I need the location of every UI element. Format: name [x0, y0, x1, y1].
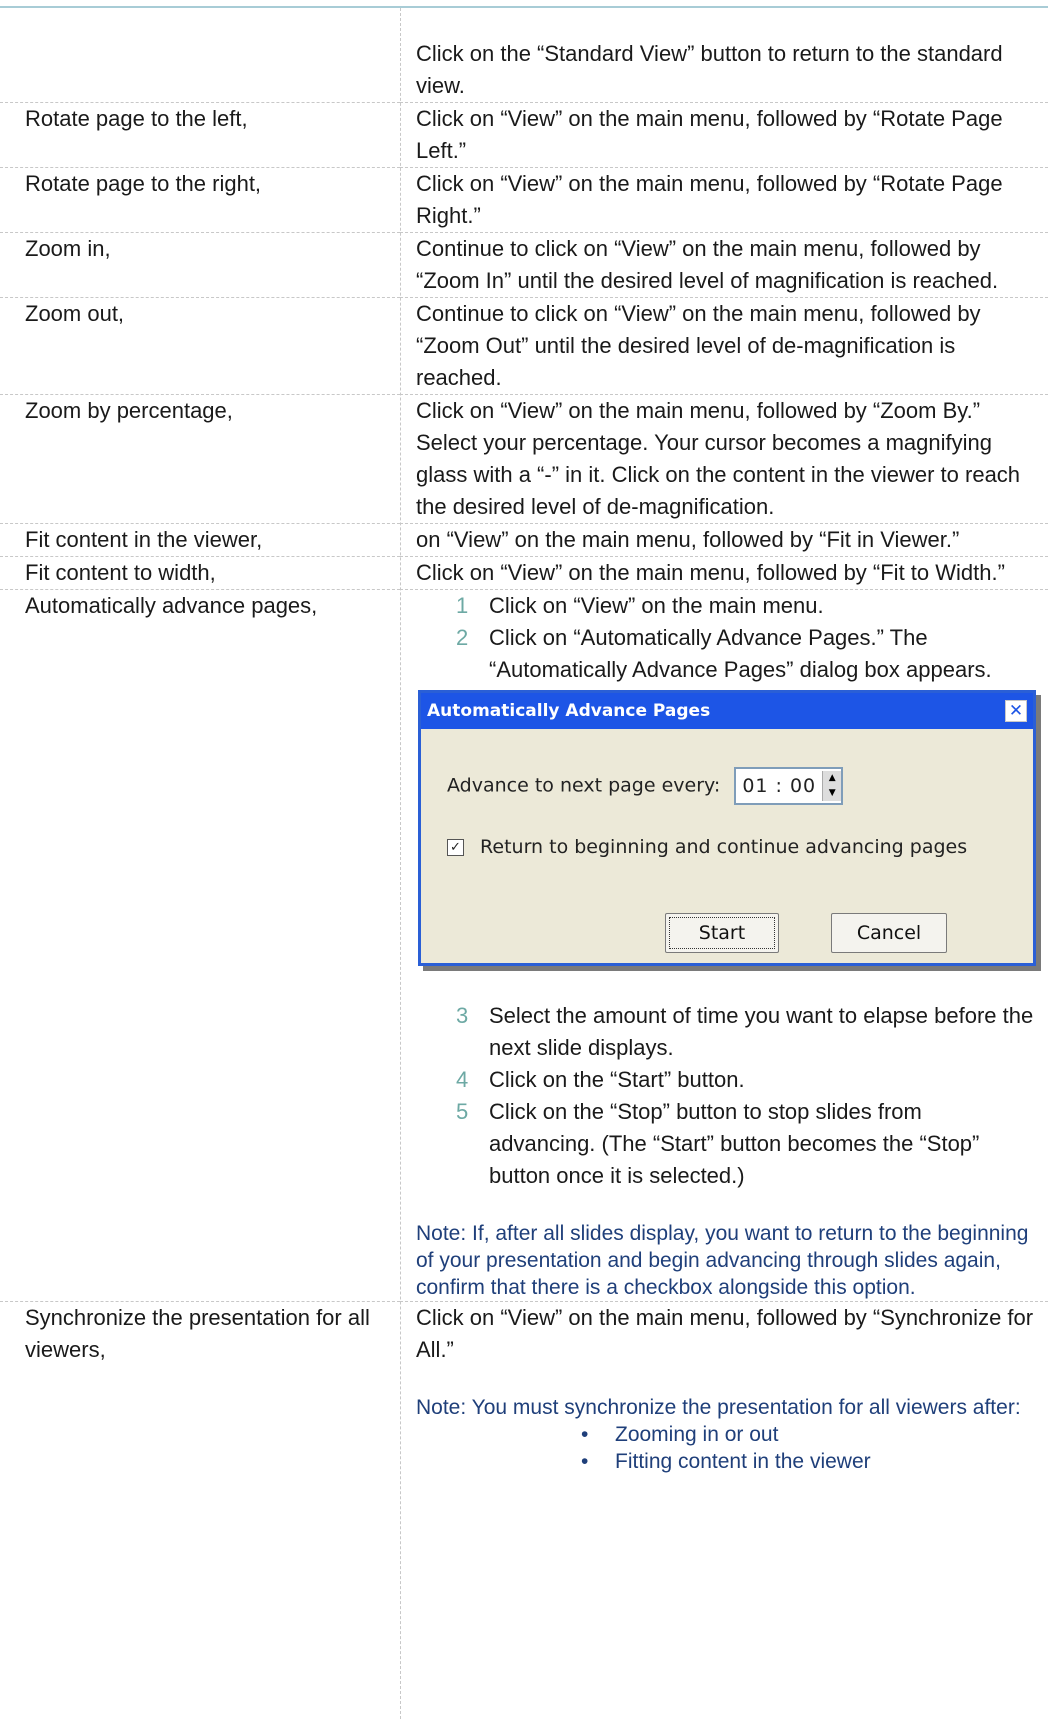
loop-row: ✓ Return to beginning and continue advan…: [447, 831, 967, 863]
instruction-cell: 1 Click on “View” on the main menu. 2 Cl…: [400, 589, 1048, 1302]
list-item: 3 Select the amount of time you want to …: [416, 1000, 1034, 1064]
step-text: Click on the “Start” button.: [489, 1067, 745, 1092]
step-number: 5: [456, 1099, 469, 1124]
instruction-cell: Click on “View” on the main menu, follow…: [400, 102, 1048, 168]
bullet-icon: •: [581, 1423, 589, 1446]
table-row: Fit content to width, Click on “View” on…: [0, 556, 1048, 590]
instruction-cell: Continue to click on “View” on the main …: [400, 232, 1048, 298]
task-cell: Fit content in the viewer,: [0, 523, 400, 557]
task-cell: Zoom in,: [0, 232, 400, 298]
steps-list: 3 Select the amount of time you want to …: [416, 1000, 1034, 1192]
auto-advance-dialog-screenshot: Automatically Advance Pages ✕ Advance to…: [418, 690, 1036, 966]
step-number: 4: [456, 1067, 469, 1092]
interval-value: 01 : 00: [742, 775, 817, 797]
task-cell: Synchronize the presentation for all vie…: [25, 1305, 370, 1362]
task-cell: Automatically advance pages,: [0, 589, 400, 1302]
list-item: • Fitting content in the viewer: [416, 1448, 1034, 1475]
task-cell: [0, 38, 400, 103]
instruction-cell: Click on “View” on the main menu, follow…: [400, 1302, 1048, 1476]
bullet-text: Zooming in or out: [615, 1423, 779, 1446]
bullet-list: • Zooming in or out • Fitting content in…: [416, 1421, 1034, 1475]
step-number: 2: [456, 625, 469, 650]
task-cell: Zoom by percentage,: [0, 394, 400, 524]
table-row: Zoom out, Continue to click on “View” on…: [0, 297, 1048, 395]
cancel-button: Cancel: [831, 913, 947, 953]
step-text: Click on “View” on the main menu.: [489, 593, 824, 618]
instruction-cell: Click on “View” on the main menu, follow…: [400, 167, 1048, 233]
steps-list: 1 Click on “View” on the main menu. 2 Cl…: [416, 590, 1034, 686]
instruction-table: Click on the “Standard View” button to r…: [0, 38, 1048, 1475]
interval-row: Advance to next page every: 01 : 00 ▲ ▼: [447, 767, 844, 805]
table-row: Zoom by percentage, Click on “View” on t…: [0, 394, 1048, 524]
list-item: 1 Click on “View” on the main menu.: [416, 590, 1034, 622]
table-row: Rotate page to the right, Click on “View…: [0, 167, 1048, 233]
loop-label: Return to beginning and continue advanci…: [480, 836, 968, 858]
note-text: Note: If, after all slides display, you …: [416, 1222, 1029, 1299]
dialog-title: Automatically Advance Pages: [427, 701, 711, 721]
instruction-cell: Click on the “Standard View” button to r…: [400, 38, 1048, 103]
dialog-title-bar: Automatically Advance Pages ✕: [421, 693, 1033, 729]
task-cell: Zoom out,: [0, 297, 400, 395]
table-row: Rotate page to the left, Click on “View”…: [0, 102, 1048, 168]
table-row: Zoom in, Continue to click on “View” on …: [0, 232, 1048, 298]
checkbox-checked-icon: ✓: [447, 839, 464, 856]
interval-stepper: 01 : 00 ▲ ▼: [734, 767, 844, 805]
list-item: 4 Click on the “Start” button.: [416, 1064, 1034, 1096]
sync-instruction: Click on “View” on the main menu, follow…: [416, 1305, 1034, 1362]
step-text: Click on “Automatically Advance Pages.” …: [489, 625, 992, 682]
step-number: 1: [456, 593, 469, 618]
step-text: Select the amount of time you want to el…: [489, 1003, 1034, 1060]
list-item: • Zooming in or out: [416, 1421, 1034, 1448]
list-item: 2 Click on “Automatically Advance Pages.…: [416, 622, 1034, 686]
instruction-cell: on “View” on the main menu, followed by …: [400, 523, 1048, 557]
instruction-cell: Click on “View” on the main menu, follow…: [400, 394, 1048, 524]
step-number: 3: [456, 1003, 469, 1028]
top-rule: [0, 6, 1048, 8]
bullet-icon: •: [581, 1450, 589, 1473]
instruction-cell: Continue to click on “View” on the main …: [400, 297, 1048, 395]
table-row: Fit content in the viewer, on “View” on …: [0, 523, 1048, 557]
task-cell: Rotate page to the left,: [0, 102, 400, 168]
table-row: Click on the “Standard View” button to r…: [0, 38, 1048, 103]
task-cell: Fit content to width,: [0, 556, 400, 590]
start-button: Start: [665, 913, 779, 953]
spinner-arrows-icon: ▲ ▼: [822, 771, 842, 801]
task-cell: Rotate page to the right,: [0, 167, 400, 233]
bullet-text: Fitting content in the viewer: [615, 1450, 871, 1473]
note-text: Note: You must synchronize the presentat…: [416, 1396, 1021, 1419]
step-text: Click on the “Stop” button to stop slide…: [489, 1099, 980, 1188]
table-row: Synchronize the presentation for all vie…: [0, 1302, 1048, 1476]
close-icon: ✕: [1005, 700, 1027, 722]
instruction-cell: Click on “View” on the main menu, follow…: [400, 556, 1048, 590]
list-item: 5 Click on the “Stop” button to stop sli…: [416, 1096, 1034, 1192]
interval-label: Advance to next page every:: [447, 774, 721, 797]
table-row: Automatically advance pages, 1 Click on …: [0, 589, 1048, 1302]
